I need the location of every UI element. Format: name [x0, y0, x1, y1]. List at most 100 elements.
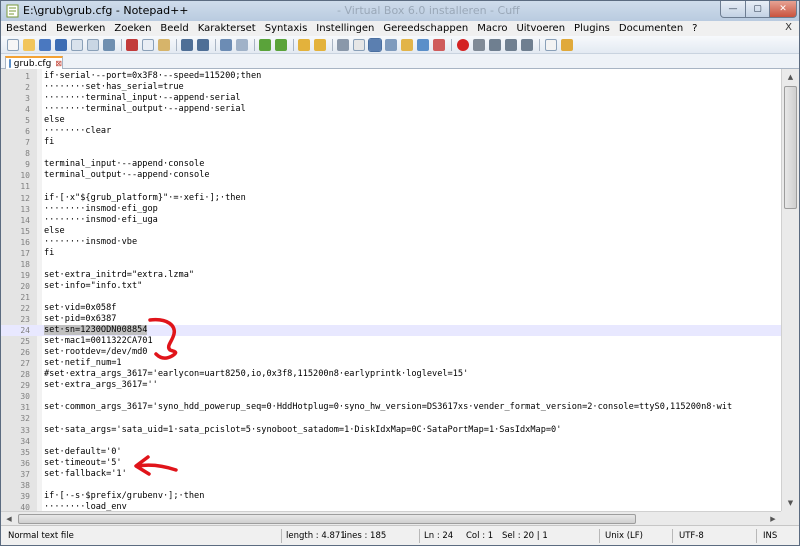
function-list-icon[interactable]: [417, 39, 429, 51]
menu-documenten[interactable]: Documenten: [619, 23, 683, 34]
close-file-icon[interactable]: [71, 39, 83, 51]
menu-gereedschappen[interactable]: Gereedschappen: [383, 23, 468, 34]
code-line[interactable]: 5 else: [1, 115, 781, 126]
code-line[interactable]: 37 set·fallback='1': [1, 469, 781, 480]
vertical-scroll-thumb[interactable]: [784, 86, 797, 209]
close-all-icon[interactable]: [87, 39, 99, 51]
code-line[interactable]: 39 if·[·-s·$prefix/grubenv·];·then: [1, 491, 781, 502]
code-line[interactable]: 32: [1, 413, 781, 424]
print-icon[interactable]: [103, 39, 115, 51]
playback-macro-icon[interactable]: [489, 39, 501, 51]
code-line[interactable]: 30: [1, 391, 781, 402]
sync-vertical-icon[interactable]: [298, 39, 310, 51]
menu-uitvoeren[interactable]: Uitvoeren: [516, 23, 565, 34]
save-all-icon[interactable]: [55, 39, 67, 51]
open-folder-icon[interactable]: [23, 39, 35, 51]
scroll-right-icon[interactable]: ▶: [765, 512, 781, 525]
redo-icon[interactable]: [197, 39, 209, 51]
horizontal-scroll-thumb[interactable]: [18, 514, 636, 524]
code-line[interactable]: 14 ········insmod·efi_uga: [1, 215, 781, 226]
new-file-icon[interactable]: [7, 39, 19, 51]
zoom-in-icon[interactable]: [259, 39, 271, 51]
code-line[interactable]: 36 set·timeout='5': [1, 458, 781, 469]
code-line[interactable]: 15 else: [1, 226, 781, 237]
find-icon[interactable]: [220, 39, 232, 51]
code-line[interactable]: 40 ········load_env: [1, 502, 781, 511]
undo-icon[interactable]: [181, 39, 193, 51]
code-line[interactable]: 35 set·default='0': [1, 447, 781, 458]
save-icon[interactable]: [39, 39, 51, 51]
close-document-icon[interactable]: X: [785, 22, 792, 33]
code-line[interactable]: 18: [1, 259, 781, 270]
menu-macro[interactable]: Macro: [477, 23, 507, 34]
menu-help[interactable]: ?: [692, 23, 697, 34]
copy-icon[interactable]: [142, 39, 154, 51]
sync-horizontal-icon[interactable]: [314, 39, 326, 51]
menu-instellingen[interactable]: Instellingen: [316, 23, 374, 34]
scroll-down-icon[interactable]: ▼: [782, 495, 799, 511]
spell-check-icon[interactable]: [545, 39, 557, 51]
minimize-button[interactable]: —: [720, 1, 746, 18]
menu-plugins[interactable]: Plugins: [574, 23, 610, 34]
menu-bewerken[interactable]: Bewerken: [56, 23, 105, 34]
code-line[interactable]: 2 ········set·has_serial=true: [1, 82, 781, 93]
show-all-characters-icon[interactable]: [353, 39, 365, 51]
code-line[interactable]: 28 #set·extra_args_3617='earlycon=uart825…: [1, 369, 781, 380]
code-line[interactable]: 20 set·info="info.txt": [1, 281, 781, 292]
maximize-button[interactable]: ▢: [745, 1, 770, 18]
horizontal-scrollbar[interactable]: ◀ ▶: [1, 511, 781, 525]
document-map-icon[interactable]: [401, 39, 413, 51]
code-line[interactable]: 26 set·rootdev=/dev/md0: [1, 347, 781, 358]
menu-karakterset[interactable]: Karakterset: [198, 23, 256, 34]
code-line[interactable]: 21: [1, 292, 781, 303]
code-line[interactable]: 3 ········terminal_input·--append·serial: [1, 93, 781, 104]
menu-zoeken[interactable]: Zoeken: [114, 23, 151, 34]
scroll-left-icon[interactable]: ◀: [1, 512, 17, 525]
code-line[interactable]: 31 set·common_args_3617='syno_hdd_powerup…: [1, 402, 781, 413]
code-line[interactable]: 25 set·mac1=0011322CA701: [1, 336, 781, 347]
plugin-icon[interactable]: [561, 39, 573, 51]
code-line[interactable]: 23 set·pid=0x6387: [1, 314, 781, 325]
save-macro-icon[interactable]: [521, 39, 533, 51]
menu-syntaxis[interactable]: Syntaxis: [265, 23, 308, 34]
scroll-up-icon[interactable]: ▲: [782, 69, 799, 85]
code-line[interactable]: 22 set·vid=0x058f: [1, 303, 781, 314]
menu-bestand[interactable]: Bestand: [6, 23, 47, 34]
cut-icon[interactable]: [126, 39, 138, 51]
code-line[interactable]: 7 fi: [1, 137, 781, 148]
code-line[interactable]: 13 ········insmod·efi_gop: [1, 204, 781, 215]
folder-as-workspace-icon[interactable]: [433, 39, 445, 51]
code-line[interactable]: 33 set·sata_args='sata_uid=1·sata_pcislot…: [1, 425, 781, 436]
code-line[interactable]: 17 fi: [1, 248, 781, 259]
vertical-scrollbar[interactable]: ▲ ▼: [781, 69, 799, 511]
code-line[interactable]: 38: [1, 480, 781, 491]
code-line[interactable]: 11: [1, 181, 781, 192]
code-line[interactable]: 16 ········insmod·vbe: [1, 237, 781, 248]
paste-icon[interactable]: [158, 39, 170, 51]
editor-area[interactable]: 1 if·serial·--port=0x3F8·--speed=115200;t…: [1, 69, 799, 511]
indent-guide-icon[interactable]: [368, 38, 382, 52]
code-line[interactable]: 4 ········terminal_output·--append·serial: [1, 104, 781, 115]
code-line[interactable]: 9 terminal_input·--append·console: [1, 159, 781, 170]
word-wrap-icon[interactable]: [337, 39, 349, 51]
zoom-out-icon[interactable]: [275, 39, 287, 51]
code-line[interactable]: 29 set·extra_args_3617='': [1, 380, 781, 391]
code-line[interactable]: 34: [1, 436, 781, 447]
code-line[interactable]: 12 if·[·x"${grub_platform}"·=·xefi·];·the…: [1, 193, 781, 204]
code-line[interactable]: 24 set·sn=1230ODN008854: [1, 325, 781, 337]
close-window-button[interactable]: ✕: [769, 1, 797, 18]
replace-icon[interactable]: [236, 39, 248, 51]
code-line[interactable]: 1 if·serial·--port=0x3F8·--speed=115200;t…: [1, 71, 781, 82]
code-line[interactable]: 6 ········clear: [1, 126, 781, 137]
code-line[interactable]: 10 terminal_output·--append·console: [1, 170, 781, 181]
tab-grub-cfg[interactable]: grub.cfg ⊠: [5, 56, 63, 69]
user-language-icon[interactable]: [385, 39, 397, 51]
menu-beeld[interactable]: Beeld: [160, 23, 188, 34]
record-macro-icon[interactable]: [457, 39, 469, 51]
stop-recording-icon[interactable]: [473, 39, 485, 51]
tab-close-icon[interactable]: ⊠: [55, 59, 62, 68]
code-line[interactable]: 19 set·extra_initrd="extra.lzma": [1, 270, 781, 281]
code-line[interactable]: 27 set·netif_num=1: [1, 358, 781, 369]
run-macro-multiple-icon[interactable]: [505, 39, 517, 51]
code-line[interactable]: 8: [1, 148, 781, 159]
